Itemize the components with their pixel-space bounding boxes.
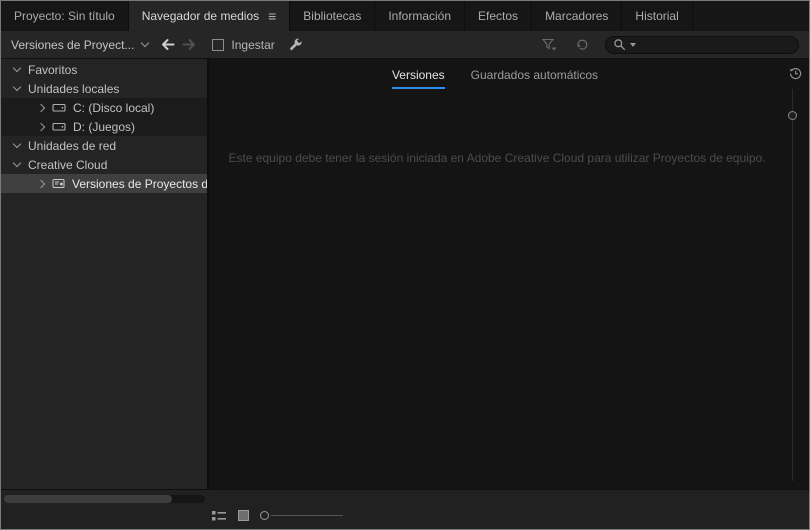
signin-message: Este equipo debe tener la sesión iniciad… <box>228 151 766 165</box>
wrench-icon <box>289 38 302 50</box>
ingest-settings-button[interactable] <box>288 37 304 53</box>
history-clock-icon <box>789 67 802 80</box>
chevron-down-icon[interactable] <box>12 82 22 92</box>
tree-item-label: C: (Disco local) <box>73 100 155 115</box>
media-browser-panel: Proyecto: Sin título Navegador de medios… <box>0 0 810 530</box>
chevron-right-icon[interactable] <box>36 122 46 131</box>
tab-media-browser[interactable]: Navegador de medios ≡ <box>128 1 291 31</box>
tab-history[interactable]: Historial <box>622 1 693 31</box>
bottom-bar <box>1 489 809 529</box>
tree-item-label: Versiones de Proyectos de <box>72 176 207 191</box>
tab-info[interactable]: Información <box>375 1 466 31</box>
list-view-icon <box>212 510 226 520</box>
tab-media-browser-label: Navegador de medios <box>141 9 260 23</box>
checkbox-icon[interactable] <box>212 38 225 51</box>
media-browser-toolbar: Versiones de Proyect... Ingestar <box>1 31 809 59</box>
horizontal-scrollbar[interactable] <box>4 495 205 503</box>
tree-item-d-drive[interactable]: D: (Juegos) <box>1 117 207 136</box>
loop-icon <box>577 39 588 50</box>
thumbnail-view-icon <box>238 510 249 521</box>
tab-versiones[interactable]: Versiones <box>391 68 445 89</box>
horizontal-scrollbar-thumb[interactable] <box>4 495 172 503</box>
tab-guardados-automaticos[interactable]: Guardados automáticos <box>471 68 598 89</box>
tab-markers[interactable]: Marcadores <box>532 1 623 31</box>
panel-tab-bar: Proyecto: Sin título Navegador de medios… <box>1 1 809 31</box>
tree-item-label: Creative Cloud <box>28 157 108 172</box>
back-arrow-icon <box>162 39 175 50</box>
tree-item-favoritos[interactable]: Favoritos <box>1 60 207 79</box>
tab-history-label: Historial <box>635 9 679 23</box>
content-tabs: Versiones Guardados automáticos <box>209 59 809 89</box>
tab-markers-label: Marcadores <box>545 9 609 23</box>
chevron-right-icon[interactable] <box>36 103 46 112</box>
tab-effects[interactable]: Efectos <box>465 1 533 31</box>
tab-effects-label: Efectos <box>478 9 519 23</box>
forward-button[interactable] <box>181 38 197 51</box>
chevron-down-icon <box>630 42 636 47</box>
vertical-scrollbar[interactable] <box>792 89 793 481</box>
content-area: Versiones Guardados automáticos Este equ… <box>209 59 809 489</box>
vertical-scrollbar-knob[interactable] <box>788 111 797 120</box>
back-button[interactable] <box>160 38 176 51</box>
chevron-down-icon[interactable] <box>12 139 22 149</box>
filter-button[interactable] <box>541 37 558 52</box>
view-controls <box>211 509 343 522</box>
tree-item-label: Unidades de red <box>28 138 117 153</box>
tree-item-label: Favoritos <box>28 62 78 77</box>
tab-libraries-label: Bibliotecas <box>303 9 362 23</box>
panel-menu-icon[interactable]: ≡ <box>268 9 276 23</box>
tab-project-label: Proyecto: Sin título <box>14 9 115 23</box>
search-icon <box>614 39 626 51</box>
search-input[interactable] <box>640 37 791 52</box>
panel-body: Favoritos Unidades locales C: (Disco loc… <box>1 59 809 489</box>
team-project-icon <box>52 179 65 188</box>
search-box[interactable] <box>605 35 799 54</box>
drive-icon <box>52 103 66 112</box>
directory-dropdown[interactable]: Versiones de Proyect... <box>11 37 150 52</box>
ingest-toggle[interactable]: Ingestar <box>212 37 275 52</box>
history-button[interactable] <box>788 66 803 84</box>
list-view-button[interactable] <box>211 510 227 522</box>
tree-item-c-drive[interactable]: C: (Disco local) <box>1 98 207 117</box>
chevron-down-icon[interactable] <box>12 158 22 168</box>
tree-item-versiones-de-proyectos[interactable]: Versiones de Proyectos de <box>1 174 207 193</box>
tree-item-unidades-de-red[interactable]: Unidades de red <box>1 136 207 155</box>
tree-item-unidades-locales[interactable]: Unidades locales <box>1 79 207 98</box>
tab-info-label: Información <box>388 9 452 23</box>
directory-dropdown-value: Versiones de Proyect... <box>11 37 135 52</box>
tree-item-label: Unidades locales <box>28 81 120 96</box>
drive-icon <box>52 122 66 131</box>
tab-project[interactable]: Proyecto: Sin título <box>1 1 129 31</box>
tree-item-creative-cloud[interactable]: Creative Cloud <box>1 155 207 174</box>
tree-item-label: D: (Juegos) <box>73 119 136 134</box>
tab-libraries[interactable]: Bibliotecas <box>290 1 376 31</box>
folder-tree: Favoritos Unidades locales C: (Disco loc… <box>1 59 209 489</box>
forward-arrow-icon <box>182 39 196 50</box>
filter-icon <box>541 38 557 51</box>
chevron-right-icon[interactable] <box>36 179 46 188</box>
loop-button[interactable] <box>575 37 590 52</box>
thumbnail-view-button[interactable] <box>237 509 250 522</box>
zoom-slider[interactable] <box>260 511 343 520</box>
zoom-slider-track <box>271 515 343 516</box>
zoom-slider-knob[interactable] <box>260 511 269 520</box>
chevron-down-icon <box>141 38 150 48</box>
ingest-label: Ingestar <box>231 37 275 52</box>
chevron-down-icon[interactable] <box>12 63 22 73</box>
